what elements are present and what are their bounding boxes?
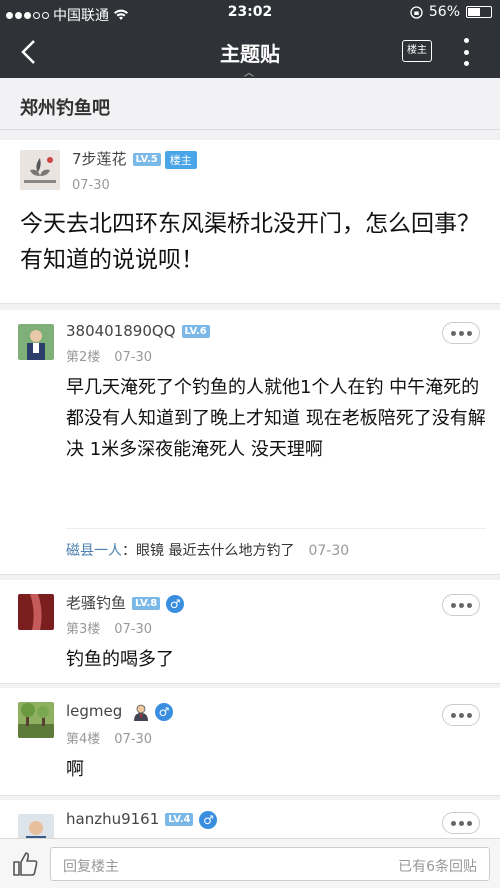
username[interactable]: legmeg (66, 702, 122, 720)
sub-reply[interactable]: 磁县一人：眼镜 最近去什么地方钓了 07-30 (66, 540, 486, 560)
battery-icon (466, 6, 492, 18)
reply-input[interactable]: 回复楼主 已有6条回贴 (50, 847, 490, 881)
username[interactable]: 380401890QQ (66, 322, 176, 340)
username[interactable]: 老骚钓鱼 (66, 594, 126, 612)
divider (66, 528, 486, 529)
reply-content: 啊 (66, 759, 84, 780)
level-badge: LV.4 (165, 813, 194, 826)
reply-item: 老骚钓鱼 LV.8 ♂ 第3楼 07-30 钓鱼的喝多了 (0, 580, 500, 684)
reply-more-button[interactable] (442, 594, 480, 616)
avatar[interactable] (18, 324, 54, 360)
sub-reply-text: ：眼镜 最近去什么地方钓了 (122, 543, 295, 559)
reply-more-button[interactable] (442, 704, 480, 726)
reply-content: 早几天淹死了个钓鱼的人就他1个人在钓 中午淹死的都没有人知道到了晚上才知道 现在… (66, 377, 486, 460)
floor-number: 第3楼 (66, 622, 101, 637)
reply-date: 07-30 (114, 350, 153, 365)
reply-meta: 第2楼 07-30 (66, 346, 152, 365)
reply-bar: 回复楼主 已有6条回贴 (0, 838, 500, 888)
reply-content: 钓鱼的喝多了 (66, 649, 174, 670)
avatar[interactable] (18, 702, 54, 738)
sub-reply-date: 07-30 (308, 543, 350, 559)
only-op-button[interactable]: 楼主 (402, 40, 432, 62)
op-badge: 楼主 (164, 150, 197, 169)
reply-date: 07-30 (114, 622, 153, 637)
post-date: 07-30 (72, 178, 110, 193)
member-badge-icon (134, 704, 149, 721)
thumbs-up-icon[interactable] (10, 849, 40, 879)
avatar[interactable] (20, 150, 60, 190)
reply-username-row: 老骚钓鱼 LV.8 ♂ (66, 592, 185, 613)
username[interactable]: 7步莲花 (72, 150, 127, 168)
nav-bar: 主题贴 ︿ 楼主 (0, 26, 500, 79)
op-username-row: 7步莲花 LV.5 楼主 (72, 148, 197, 169)
reply-username-row: hanzhu9161 LV.4 ♂ (66, 810, 218, 829)
level-badge: LV.8 (132, 597, 161, 610)
rotation-lock-icon (410, 5, 423, 19)
level-badge: LV.6 (181, 325, 210, 338)
op-content: 今天去北四环东风渠桥北没开门，怎么回事？有知道的说说呗！ (20, 211, 480, 273)
reply-meta: 第4楼 07-30 (66, 728, 152, 747)
reply-item: 380401890QQ LV.6 第2楼 07-30 早几天淹死了个钓鱼的人就他1个… (0, 310, 500, 575)
reply-item: hanzhu9161 LV.4 ♂ (0, 800, 500, 850)
reply-count: 已有6条回贴 (398, 859, 477, 875)
reply-more-button[interactable] (442, 322, 480, 344)
reply-item: legmeg ♂ 第4楼 07-30 啊 (0, 688, 500, 796)
sub-reply-user[interactable]: 磁县一人 (66, 543, 122, 559)
avatar[interactable] (18, 594, 54, 630)
male-gender-icon: ♂ (199, 810, 218, 829)
level-badge: LV.5 (132, 153, 161, 166)
title-caret-icon[interactable]: ︿ (244, 64, 254, 79)
reply-more-button[interactable] (442, 812, 480, 834)
male-gender-icon: ♂ (166, 594, 185, 613)
reply-date: 07-30 (114, 732, 153, 747)
male-gender-icon: ♂ (155, 702, 174, 721)
reply-placeholder: 回复楼主 (63, 859, 119, 875)
floor-number: 第2楼 (66, 350, 101, 365)
status-bar: 中国联通 23:02 56% (0, 0, 500, 26)
floor-number: 第4楼 (66, 732, 101, 747)
reply-meta: 第3楼 07-30 (66, 618, 152, 637)
username[interactable]: hanzhu9161 (66, 810, 159, 828)
forum-name[interactable]: 郑州钓鱼吧 (0, 78, 500, 130)
battery-percent: 56% (428, 4, 460, 20)
reply-username-row: legmeg ♂ (66, 702, 174, 721)
reply-username-row: 380401890QQ LV.6 (66, 322, 210, 340)
more-menu-icon[interactable] (458, 38, 474, 66)
op-post: 7步莲花 LV.5 楼主 07-30 今天去北四环东风渠桥北没开门，怎么回事？有知道… (0, 140, 500, 304)
